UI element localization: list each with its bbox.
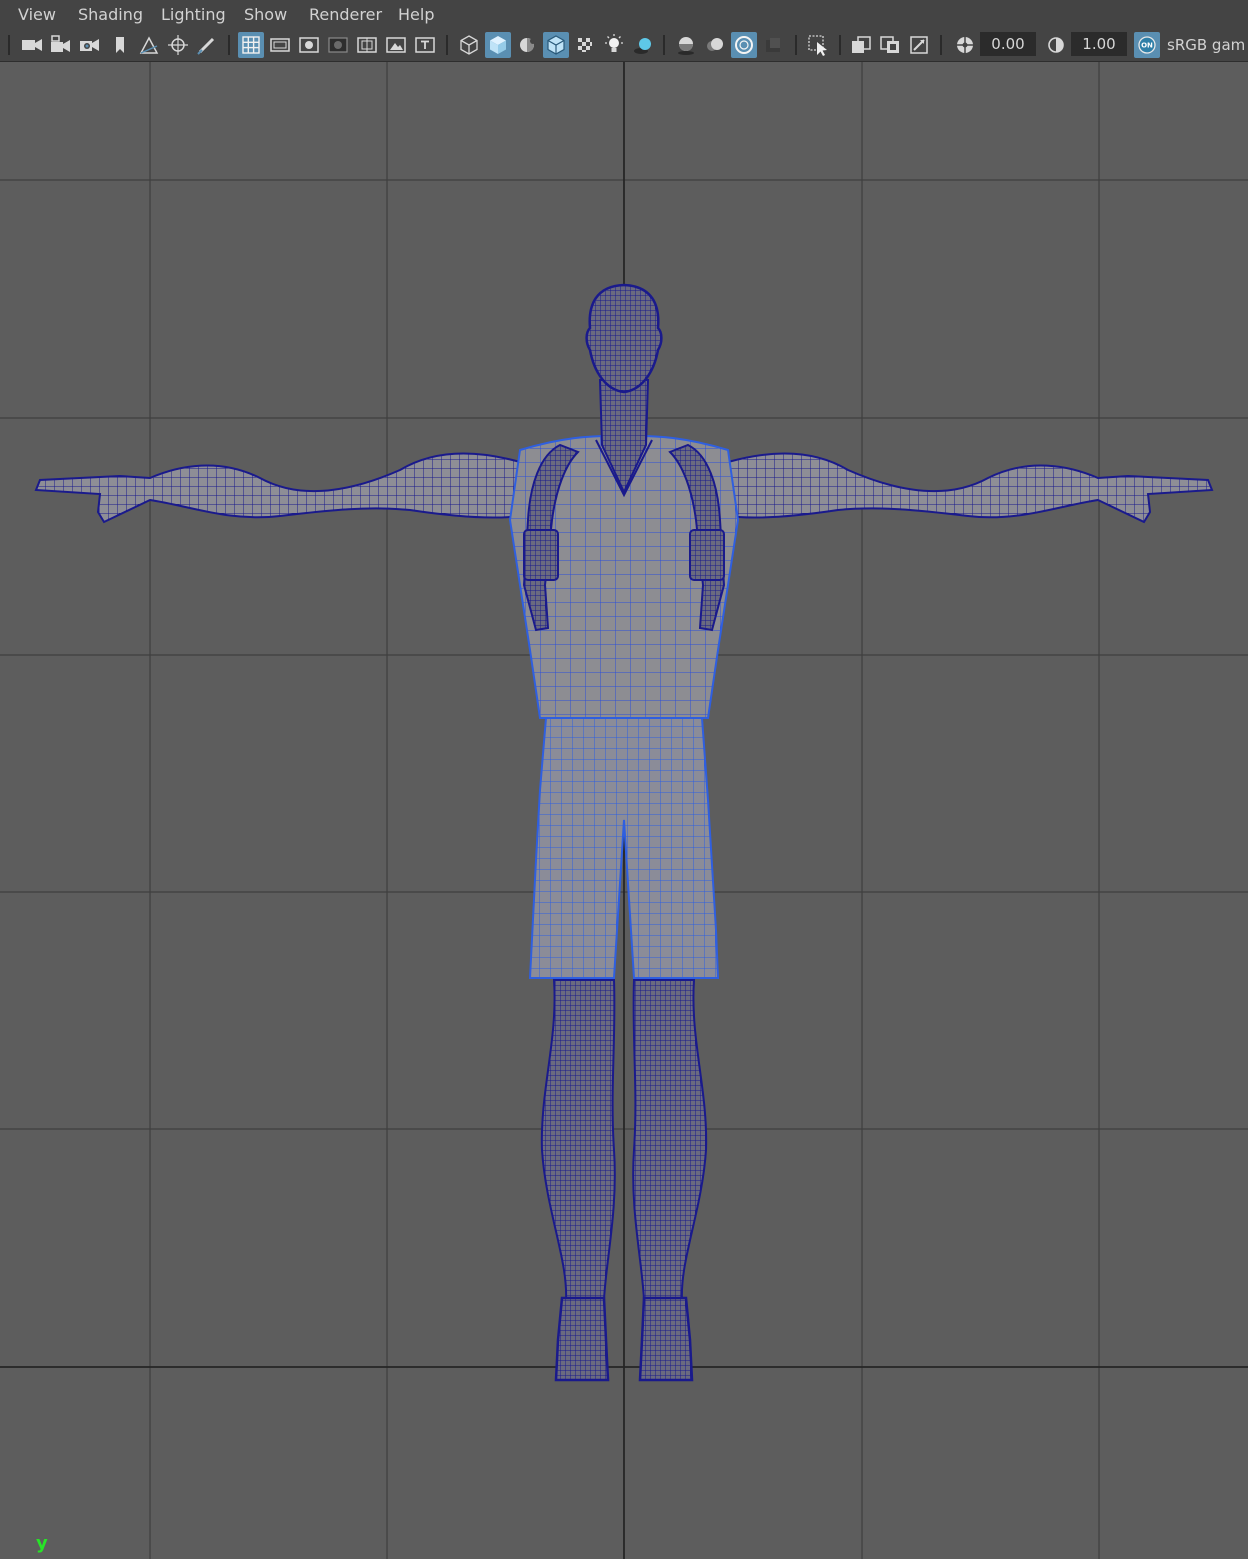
left-leg-mesh[interactable] bbox=[540, 979, 616, 1301]
safe-action-icon[interactable] bbox=[383, 32, 409, 58]
xray-components-icon[interactable] bbox=[906, 32, 932, 58]
bookmark-icon[interactable] bbox=[107, 32, 133, 58]
toolbar-separator bbox=[8, 35, 10, 55]
toolbar-separator bbox=[663, 35, 665, 55]
panel-toolbar: 0.00 1.00 ON sRGB gam bbox=[0, 29, 1248, 62]
grid-icon[interactable] bbox=[238, 32, 264, 58]
textured-icon[interactable] bbox=[572, 32, 598, 58]
wireframe-on-shaded-icon[interactable] bbox=[543, 32, 569, 58]
view-axis-label: y bbox=[36, 1533, 48, 1554]
menu-view[interactable]: View bbox=[18, 5, 56, 24]
isolate-select-icon[interactable] bbox=[805, 32, 831, 58]
right-arm-mesh[interactable] bbox=[727, 452, 1214, 524]
menu-help[interactable]: Help bbox=[398, 5, 434, 24]
wireframe-icon[interactable] bbox=[456, 32, 482, 58]
smooth-shade-icon[interactable] bbox=[485, 32, 511, 58]
grease-pencil-icon[interactable] bbox=[194, 32, 220, 58]
persp-viewport[interactable] bbox=[0, 62, 1248, 1559]
menu-lighting[interactable]: Lighting bbox=[161, 5, 226, 24]
camera-attributes-icon[interactable] bbox=[77, 32, 103, 58]
toolbar-separator bbox=[795, 35, 797, 55]
maya-viewport-window: View Shading Lighting Show Renderer Help bbox=[0, 0, 1248, 1559]
head-mesh[interactable] bbox=[585, 283, 663, 394]
right-shoe-mesh[interactable] bbox=[638, 1296, 694, 1382]
shadows-icon[interactable] bbox=[630, 32, 656, 58]
use-all-lights-icon[interactable] bbox=[601, 32, 627, 58]
panel-menu-bar: View Shading Lighting Show Renderer Help bbox=[0, 0, 1248, 29]
menu-shading[interactable]: Shading bbox=[78, 5, 143, 24]
xray-icon[interactable] bbox=[848, 32, 874, 58]
two-d-pan-zoom-icon[interactable] bbox=[165, 32, 191, 58]
toolbar-separator bbox=[839, 35, 841, 55]
color-space-label[interactable]: sRGB gam bbox=[1167, 36, 1245, 54]
gamma-icon[interactable] bbox=[1043, 32, 1069, 58]
camera-lock-icon[interactable] bbox=[48, 32, 74, 58]
menu-show[interactable]: Show bbox=[244, 5, 287, 24]
depth-of-field-icon[interactable] bbox=[760, 32, 786, 58]
left-arm-mesh[interactable] bbox=[34, 452, 521, 524]
exposure-field[interactable]: 0.00 bbox=[980, 32, 1036, 56]
toolbar-separator bbox=[940, 35, 942, 55]
resolution-gate-icon[interactable] bbox=[296, 32, 322, 58]
menu-renderer[interactable]: Renderer bbox=[309, 5, 382, 24]
gate-mask-icon[interactable] bbox=[325, 32, 351, 58]
xray-joints-icon[interactable] bbox=[877, 32, 903, 58]
default-material-icon[interactable] bbox=[514, 32, 540, 58]
color-management-icon[interactable]: ON bbox=[1134, 32, 1160, 58]
right-leg-mesh[interactable] bbox=[632, 979, 708, 1301]
anti-aliasing-icon[interactable] bbox=[731, 32, 757, 58]
camera-icon[interactable] bbox=[19, 32, 45, 58]
screen-space-ao-icon[interactable] bbox=[673, 32, 699, 58]
toolbar-separator bbox=[446, 35, 448, 55]
image-plane-icon[interactable] bbox=[136, 32, 162, 58]
toolbar-separator bbox=[228, 35, 230, 55]
color-management-badge: ON bbox=[1141, 42, 1153, 50]
viewport-canvas[interactable] bbox=[0, 62, 1248, 1559]
left-shoe-mesh[interactable] bbox=[554, 1296, 610, 1382]
motion-blur-icon[interactable] bbox=[702, 32, 728, 58]
film-gate-icon[interactable] bbox=[267, 32, 293, 58]
exposure-icon[interactable] bbox=[952, 32, 978, 58]
field-chart-icon[interactable] bbox=[354, 32, 380, 58]
gamma-field[interactable]: 1.00 bbox=[1071, 32, 1127, 56]
safe-title-icon[interactable] bbox=[412, 32, 438, 58]
